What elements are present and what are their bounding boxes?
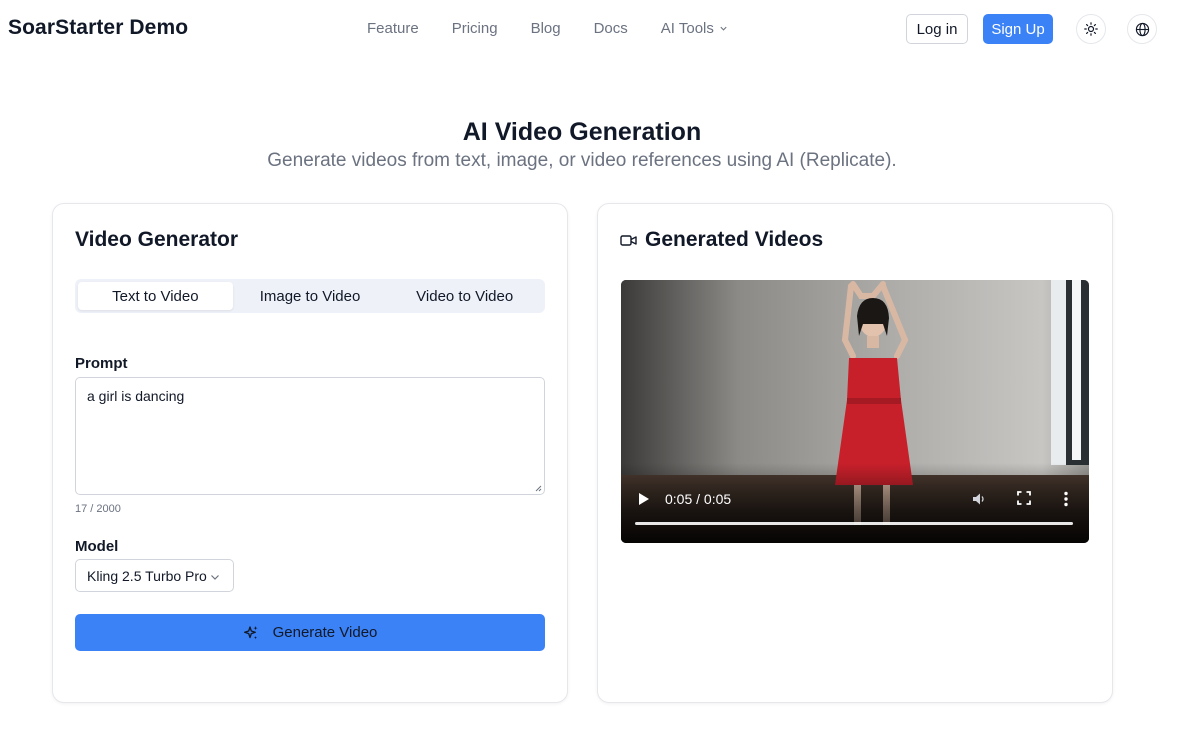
video-progress-bar[interactable] — [635, 522, 1073, 525]
nav-feature[interactable]: Feature — [367, 20, 419, 37]
fullscreen-icon[interactable] — [1017, 491, 1031, 505]
card-title: Generated Videos — [645, 228, 824, 251]
nav-docs[interactable]: Docs — [594, 20, 628, 37]
sparkles-icon — [243, 625, 259, 641]
more-options-icon[interactable] — [1064, 491, 1068, 507]
volume-icon[interactable] — [971, 491, 987, 507]
char-counter: 17 / 2000 — [75, 503, 121, 515]
video-time: 0:05 / 0:05 — [665, 491, 732, 507]
card-title-row: Generated Videos — [620, 228, 823, 252]
card-title: Video Generator — [75, 228, 238, 251]
model-select[interactable]: Kling 2.5 Turbo Pro — [75, 559, 234, 592]
signup-button[interactable]: Sign Up — [983, 14, 1053, 44]
tab-text-to-video[interactable]: Text to Video — [78, 282, 233, 310]
page-subtitle: Generate videos from text, image, or vid… — [267, 150, 897, 171]
nav-pricing[interactable]: Pricing — [452, 20, 498, 37]
nav-label: Feature — [367, 20, 419, 37]
video-player[interactable]: 0:05 / 0:05 — [621, 280, 1089, 543]
login-button[interactable]: Log in — [906, 14, 968, 44]
mode-tabs: Text to Video Image to Video Video to Vi… — [75, 279, 545, 313]
nav-blog[interactable]: Blog — [531, 20, 561, 37]
main-nav: Feature Pricing Blog Docs AI Tools — [367, 20, 761, 37]
brand-logo-text[interactable]: SoarStarter Demo — [8, 16, 188, 40]
tab-video-to-video[interactable]: Video to Video — [387, 282, 542, 310]
prompt-label: Prompt — [75, 355, 128, 372]
nav-label: Pricing — [451, 20, 498, 37]
page-title: AI Video Generation — [462, 118, 702, 146]
tab-image-to-video[interactable]: Image to Video — [233, 282, 388, 310]
generate-label: Generate Video — [272, 624, 378, 641]
nav-ai-tools[interactable]: AI Tools — [661, 20, 728, 37]
generate-video-button[interactable]: Generate Video — [75, 614, 545, 651]
generated-videos-card: Generated Videos 0:05 / 0:05 — [597, 203, 1113, 703]
video-camera-icon — [620, 234, 637, 247]
prompt-value: a girl is dancing — [87, 388, 185, 404]
site-header: SoarStarter Demo Feature Pricing Blog Do… — [0, 0, 1200, 58]
nav-label: Blog — [530, 20, 561, 37]
play-icon[interactable] — [638, 492, 650, 506]
prompt-input[interactable]: a girl is dancing — [75, 377, 545, 495]
sun-icon — [1084, 22, 1098, 36]
nav-label: Docs — [593, 20, 628, 37]
model-value: Kling 2.5 Turbo Pro — [87, 567, 207, 584]
video-generator-card: Video Generator Text to Video Image to V… — [52, 203, 568, 703]
theme-toggle-button[interactable] — [1076, 14, 1106, 44]
model-label: Model — [75, 538, 119, 555]
chevron-down-icon — [720, 26, 727, 31]
chevron-down-icon — [211, 575, 219, 580]
resize-handle-icon[interactable] — [534, 484, 542, 492]
nav-label: AI Tools — [660, 20, 714, 37]
globe-icon — [1135, 22, 1149, 36]
language-button[interactable] — [1127, 14, 1157, 44]
